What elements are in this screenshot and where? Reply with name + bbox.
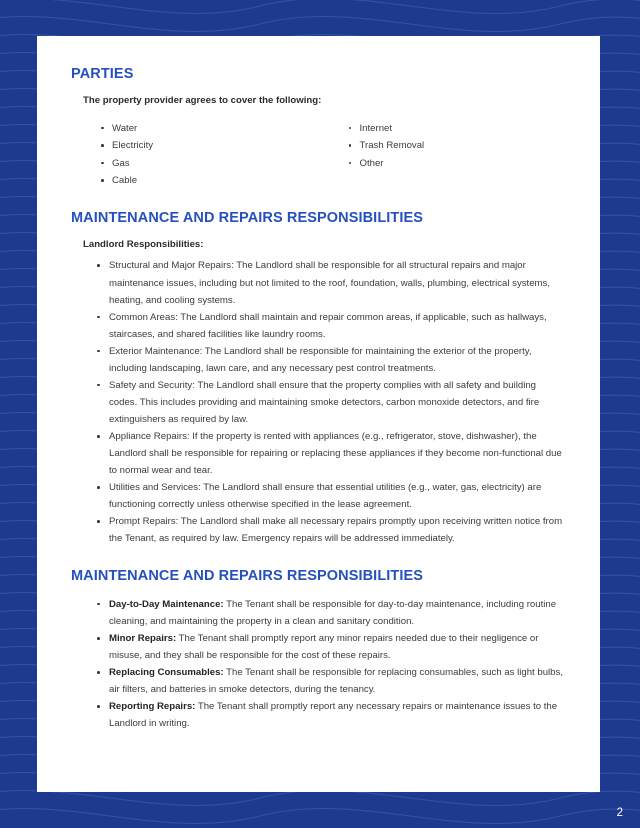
section-heading-parties: PARTIES: [71, 66, 134, 82]
section-landlord-responsibilities: MAINTENANCE AND REPAIRS RESPONSIBILITIES…: [71, 210, 566, 548]
list-item-term: Reporting Repairs:: [109, 701, 196, 713]
list-item: Minor Repairs: The Tenant shall promptly…: [97, 630, 566, 664]
list-item: Exterior Maintenance: The Landlord shall…: [97, 343, 566, 377]
list-item: Utilities and Services: The Landlord sha…: [97, 479, 566, 513]
list-item: Internet: [348, 120, 567, 137]
list-item: Replacing Consumables: The Tenant shall …: [97, 664, 566, 698]
page-number: 2: [616, 806, 623, 819]
list-item: Day-to-Day Maintenance: The Tenant shall…: [97, 596, 566, 630]
landlord-responsibilities-sublabel: Landlord Responsibilities:: [83, 239, 204, 251]
list-item: Common Areas: The Landlord shall maintai…: [97, 309, 566, 343]
document-sheet: PARTIES The property provider agrees to …: [37, 36, 600, 792]
list-item-term: Minor Repairs:: [109, 633, 177, 645]
document-page: PARTIES The property provider agrees to …: [0, 0, 640, 828]
list-item: Cable: [101, 172, 319, 189]
section-parties: PARTIES The property provider agrees to …: [71, 66, 566, 190]
section-heading-landlord-responsibilities: MAINTENANCE AND REPAIRS RESPONSIBILITIES: [71, 209, 424, 226]
list-item: Gas: [101, 155, 319, 172]
parties-intro-text: The property provider agrees to cover th…: [83, 95, 322, 107]
utilities-column-left: Water Electricity Gas Cable: [71, 120, 319, 190]
list-item-term: Day-to-Day Maintenance:: [109, 598, 224, 610]
list-item-term: Replacing Consumables:: [109, 667, 224, 679]
utilities-list-left: Water Electricity Gas Cable: [71, 120, 319, 190]
list-item: Structural and Major Repairs: The Landlo…: [97, 257, 566, 308]
list-item: Water: [101, 120, 319, 137]
section-tenant-responsibilities: MAINTENANCE AND REPAIRS RESPONSIBILITIES…: [71, 568, 566, 733]
utilities-column-right: Internet Trash Removal Other: [319, 120, 567, 190]
list-item: Prompt Repairs: The Landlord shall make …: [97, 513, 566, 547]
list-item: Appliance Repairs: If the property is re…: [97, 428, 566, 479]
list-item: Safety and Security: The Landlord shall …: [97, 377, 566, 428]
landlord-responsibilities-list: Structural and Major Repairs: The Landlo…: [71, 257, 566, 547]
list-item: Trash Removal: [348, 137, 567, 154]
utilities-list-right: Internet Trash Removal Other: [319, 120, 567, 172]
section-heading-tenant-responsibilities: MAINTENANCE AND REPAIRS RESPONSIBILITIES: [71, 567, 424, 584]
utilities-columns: Water Electricity Gas Cable Internet Tra…: [71, 120, 566, 190]
list-item: Reporting Repairs: The Tenant shall prom…: [97, 698, 566, 732]
list-item: Other: [348, 155, 567, 172]
list-item: Electricity: [101, 137, 319, 154]
tenant-responsibilities-list: Day-to-Day Maintenance: The Tenant shall…: [71, 596, 566, 733]
